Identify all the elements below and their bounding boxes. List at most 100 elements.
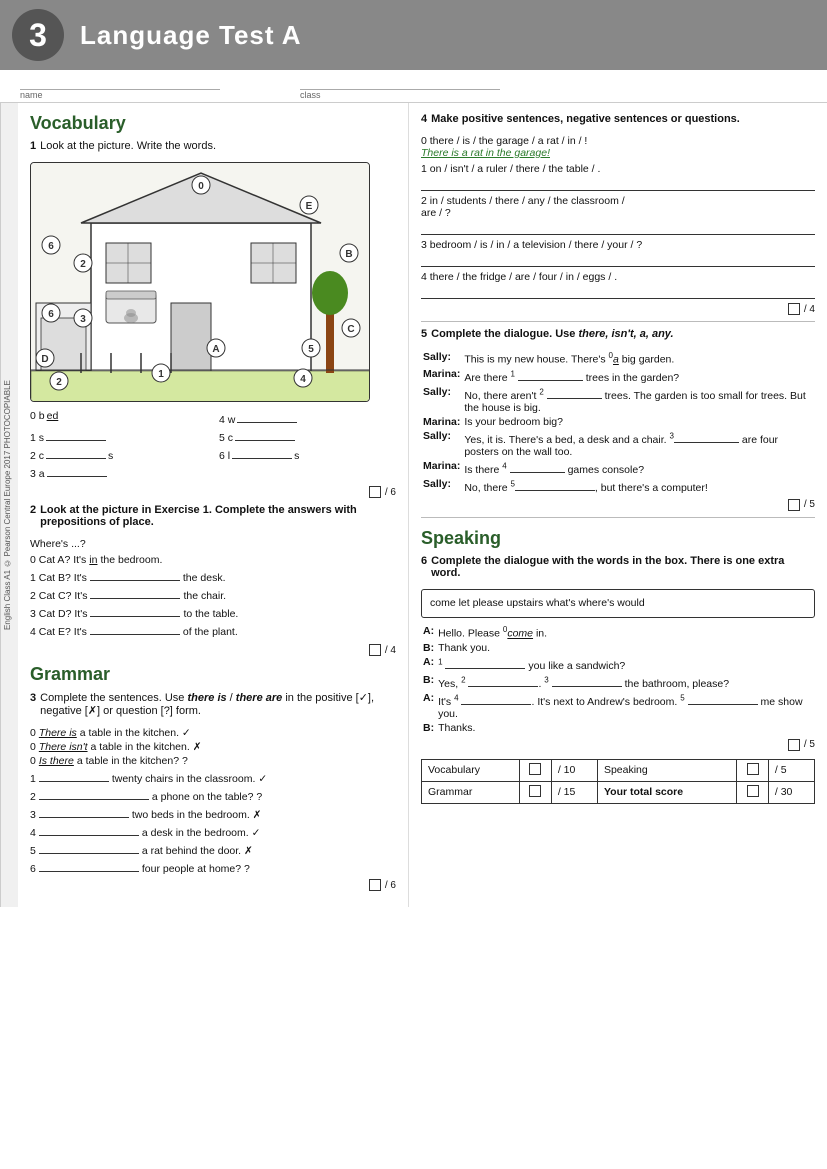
word-3: 3 a [30,464,207,480]
word-5-blank[interactable] [235,428,295,441]
ex6-a2-text: 1 you like a sandwich? [436,655,815,673]
ex2-1-blank[interactable] [90,568,180,581]
ex4-0-answer: There is a rat in the garage! [421,147,550,159]
ex5-checkbox[interactable] [788,499,800,511]
ex5-sally3-text: Yes, it is. There's a bed, a desk and a … [462,429,815,459]
word-3-blank[interactable] [47,464,107,477]
ex5-2-blank[interactable] [547,386,602,399]
ex3-2-blank[interactable] [39,787,149,800]
svg-text:6: 6 [48,241,54,252]
ex2-1-num: 1 Cat B? It's [30,572,87,584]
ex4-item-3: 3 bedroom / is / in / a television / the… [421,239,815,267]
ex2-item-2: 2 Cat C? It's the chair. [30,586,396,602]
ex6-2-blank[interactable] [468,674,538,687]
ex4-0-num: 0 there / is / the garage / a rat / in /… [421,135,587,147]
vocab-checkbox[interactable] [520,759,552,781]
vocab-label: Vocabulary [422,759,520,781]
svg-text:1: 1 [158,369,164,380]
ex5-marina3-speaker: Marina: [421,459,462,477]
ex2-checkbox[interactable] [369,644,381,656]
ex6-3-blank[interactable] [552,674,622,687]
page-title: Language Test A [80,20,302,51]
grammar-checkbox[interactable] [520,781,552,803]
ex2-where: Where's ...? [30,538,396,550]
name-field: name [20,76,220,100]
word-6-blank[interactable] [232,446,292,459]
ex2-4-blank[interactable] [90,622,180,635]
name-line[interactable] [20,76,220,90]
ex6-checkbox[interactable] [788,739,800,751]
ex3-score: / 6 [30,879,396,891]
ex5-sally2-text: No, there aren't 2 trees. The garden is … [462,385,815,415]
ex3-1-blank[interactable] [39,769,109,782]
ex5-4-blank[interactable] [510,460,565,473]
ex3-2-num: 2 [30,791,36,803]
ex6-a1-speaker: A: [421,624,436,641]
ex3-0c-text: Is there [39,755,74,767]
ex4-item-0: 0 there / is / the garage / a rat / in /… [421,135,815,159]
speaking-score-checkbox[interactable] [747,763,759,775]
ex3-4-blank[interactable] [39,823,139,836]
ex5-marina1-text: Are there 1 trees in the garden? [462,367,815,385]
word-6-suffix: s [294,450,299,462]
ex3-4-num: 4 [30,827,36,839]
ex6-5-blank[interactable] [688,692,758,705]
ex4-1-line[interactable] [421,177,815,191]
ex5-row-sally3: Sally: Yes, it is. There's a bed, a desk… [421,429,815,459]
ex3-1-num: 1 [30,773,36,785]
ex4-2-line[interactable] [421,221,815,235]
ex5-3-blank[interactable] [674,430,739,443]
ex6-4-blank[interactable] [461,692,531,705]
left-column: Vocabulary 1 Look at the picture. Write … [18,103,408,907]
ex5-5-blank[interactable] [515,478,595,491]
ex3-3-rest: two beds in the bedroom. ✗ [132,809,262,821]
ex6-1-blank[interactable] [445,656,525,669]
divider-1 [421,321,815,322]
ex3-0c-num: 0 [30,755,36,767]
ex3-6-blank[interactable] [39,859,139,872]
section-number: 3 [12,9,64,61]
word-1: 1 s [30,428,207,444]
grammar-score-checkbox[interactable] [529,785,541,797]
class-line[interactable] [300,76,500,90]
ex5-sally2-speaker: Sally: [421,385,462,415]
ex3-3-num: 3 [30,809,36,821]
total-score-checkbox[interactable] [747,785,759,797]
word-0-ans: ed [47,410,59,422]
ex4-checkbox[interactable] [788,303,800,315]
ex2-0-prep: in [89,554,97,566]
score-row-1: Vocabulary / 10 Speaking / 5 [422,759,815,781]
ex4-4-line[interactable] [421,285,815,299]
speaking-checkbox[interactable] [737,759,769,781]
ex2-3-blank[interactable] [90,604,180,617]
vocab-score-checkbox[interactable] [529,763,541,775]
word-4-blank[interactable] [237,410,297,423]
speaking-label: Speaking [597,759,736,781]
ex3-1-rest: twenty chairs in the classroom. ✓ [112,773,267,785]
ex5-1-blank[interactable] [518,368,583,381]
ex4-number: 4 [421,113,427,125]
ex6-a1-text: Hello. Please 0come in. [436,624,815,641]
ex4-score: / 4 [421,303,815,315]
ex3-3-blank[interactable] [39,805,129,818]
ex6-row-b2: B: Yes, 2 . 3 the bathroom, please? [421,673,815,691]
total-checkbox[interactable] [737,781,769,803]
svg-text:A: A [212,344,219,355]
word-0-num: 0 b [30,410,45,422]
word-1-blank[interactable] [46,428,106,441]
word-2-blank[interactable] [46,446,106,459]
ex2-item-3: 3 Cat D? It's to the table. [30,604,396,620]
svg-text:C: C [347,324,354,335]
ex5-sally3-speaker: Sally: [421,429,462,459]
ex2-item-4: 4 Cat E? It's of the plant. [30,622,396,638]
ex5-row-marina2: Marina: Is your bedroom big? [421,415,815,429]
ex3-checkbox[interactable] [369,879,381,891]
ex3-item-4: 4 a desk in the bedroom. ✓ [30,823,396,839]
ex5-row-sally1: Sally: This is my new house. There's 0a … [421,350,815,367]
ex2-2-blank[interactable] [90,586,180,599]
ex6-b1-text: Thank you. [436,641,815,655]
ex1-checkbox[interactable] [369,486,381,498]
ex3-5-blank[interactable] [39,841,139,854]
ex5-number: 5 [421,328,427,340]
ex4-3-line[interactable] [421,253,815,267]
